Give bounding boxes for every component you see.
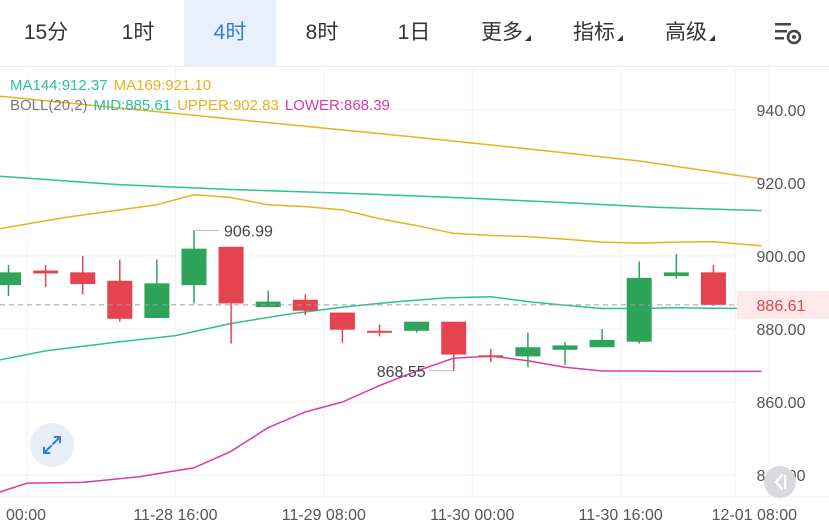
x-axis: 00:00 11-28 16:00 11-29 08:00 11-30 00:00 11…: [6, 507, 797, 524]
candle: [33, 265, 59, 287]
candle: [0, 265, 21, 297]
candle: [700, 265, 726, 306]
candle-body: [700, 272, 726, 305]
timeframe-tabs: 15分 1时 4时 8时 1日 更多 指标 高级: [0, 0, 829, 67]
boll-lower-label: LOWER:868.39: [284, 97, 390, 114]
tab-label: 1日: [397, 21, 431, 44]
candle-body: [144, 283, 170, 319]
candle-body: [255, 301, 281, 308]
candle-body: [329, 312, 355, 330]
x-tick-label: 12-01 08:00: [712, 507, 798, 524]
candle-body: [663, 272, 689, 277]
candle-body: [107, 280, 133, 319]
candle-body: [70, 272, 96, 285]
expand-arrows-icon[interactable]: [30, 423, 74, 467]
ma-legend: MA144:912.37 MA169:921.10: [10, 77, 217, 94]
candle-body: [441, 321, 467, 355]
candles: [0, 230, 726, 371]
x-tick-label: 11-29 08:00: [282, 507, 366, 524]
series-upper: [0, 193, 762, 247]
dropdown-caret-icon: [709, 35, 715, 41]
tab-5[interactable]: 1日: [368, 0, 460, 66]
candle: [292, 294, 318, 316]
y-tick-label: 920.00: [757, 176, 806, 193]
candle-body: [0, 272, 21, 286]
tab-label: 8时: [305, 21, 339, 44]
tab-8[interactable]: 高级: [644, 0, 736, 66]
candle: [552, 341, 578, 365]
candle: [626, 261, 652, 344]
candle-body: [404, 321, 430, 331]
candle: [70, 255, 96, 295]
x-tick-label: 00:00: [6, 507, 46, 524]
candle-body: [33, 270, 59, 274]
high-annotation: 906.99: [224, 223, 273, 240]
y-tick-label: 860.00: [757, 395, 806, 412]
chart-settings-icon[interactable]: [773, 20, 803, 46]
boll-legend: BOLL(20,2) MID:885.61 UPPER:902.83 LOWER:86…: [10, 97, 396, 114]
y-tick-label: 900.00: [757, 249, 806, 266]
candle: [255, 290, 281, 308]
current-price-label: 886.61: [757, 298, 806, 315]
candle: [663, 254, 689, 279]
x-tick-label: 11-28 16:00: [133, 507, 217, 524]
candle: [441, 321, 467, 371]
y-tick-label: 880.00: [757, 322, 806, 339]
tab-6[interactable]: 更多: [460, 0, 552, 66]
tab-4[interactable]: 8时: [276, 0, 368, 66]
ma169-label: MA169:921.10: [113, 77, 212, 94]
dropdown-caret-icon: [617, 35, 623, 41]
tab-label: 1时: [121, 21, 155, 44]
candle-body: [515, 347, 541, 357]
tab-label: 更多: [481, 21, 523, 44]
tab-1[interactable]: 15分: [0, 0, 92, 66]
candle: [404, 321, 430, 333]
tab-2[interactable]: 1时: [92, 0, 184, 66]
candle-body: [626, 277, 652, 342]
candle-body: [478, 355, 504, 358]
tab-label: 4时: [213, 21, 247, 44]
low-annotation: 868.55: [377, 364, 426, 381]
candle: [367, 324, 392, 337]
boll-mid-label: MID:885.61: [93, 97, 172, 114]
y-tick-label: 940.00: [757, 103, 806, 120]
tab-label: 指标: [573, 21, 615, 44]
tab-7[interactable]: 指标: [552, 0, 644, 66]
boll-label: BOLL(20,2): [10, 97, 88, 114]
candle-body: [552, 345, 578, 350]
candle: [329, 312, 355, 343]
candle-body: [181, 248, 207, 286]
candle: [589, 328, 615, 348]
tab-label: 高级: [665, 21, 707, 44]
tab-3[interactable]: 4时: [184, 0, 276, 66]
series-ma144: [0, 175, 762, 212]
candle-body: [589, 339, 615, 348]
boll-upper-label: UPPER:902.83: [177, 97, 279, 114]
x-tick-label: 11-30 00:00: [430, 507, 514, 524]
candle-body: [218, 246, 244, 304]
candle-body: [292, 299, 318, 311]
back-to-latest-icon[interactable]: [764, 466, 796, 498]
candle: [144, 259, 170, 319]
dropdown-caret-icon: [525, 35, 531, 41]
ma144-label: MA144:912.37: [10, 77, 108, 94]
candle-body: [367, 330, 392, 333]
x-tick-label: 11-30 16:00: [579, 507, 663, 524]
candle: [107, 259, 133, 322]
candle: [181, 230, 207, 304]
tab-label: 15分: [23, 21, 69, 44]
candle: [478, 349, 504, 362]
